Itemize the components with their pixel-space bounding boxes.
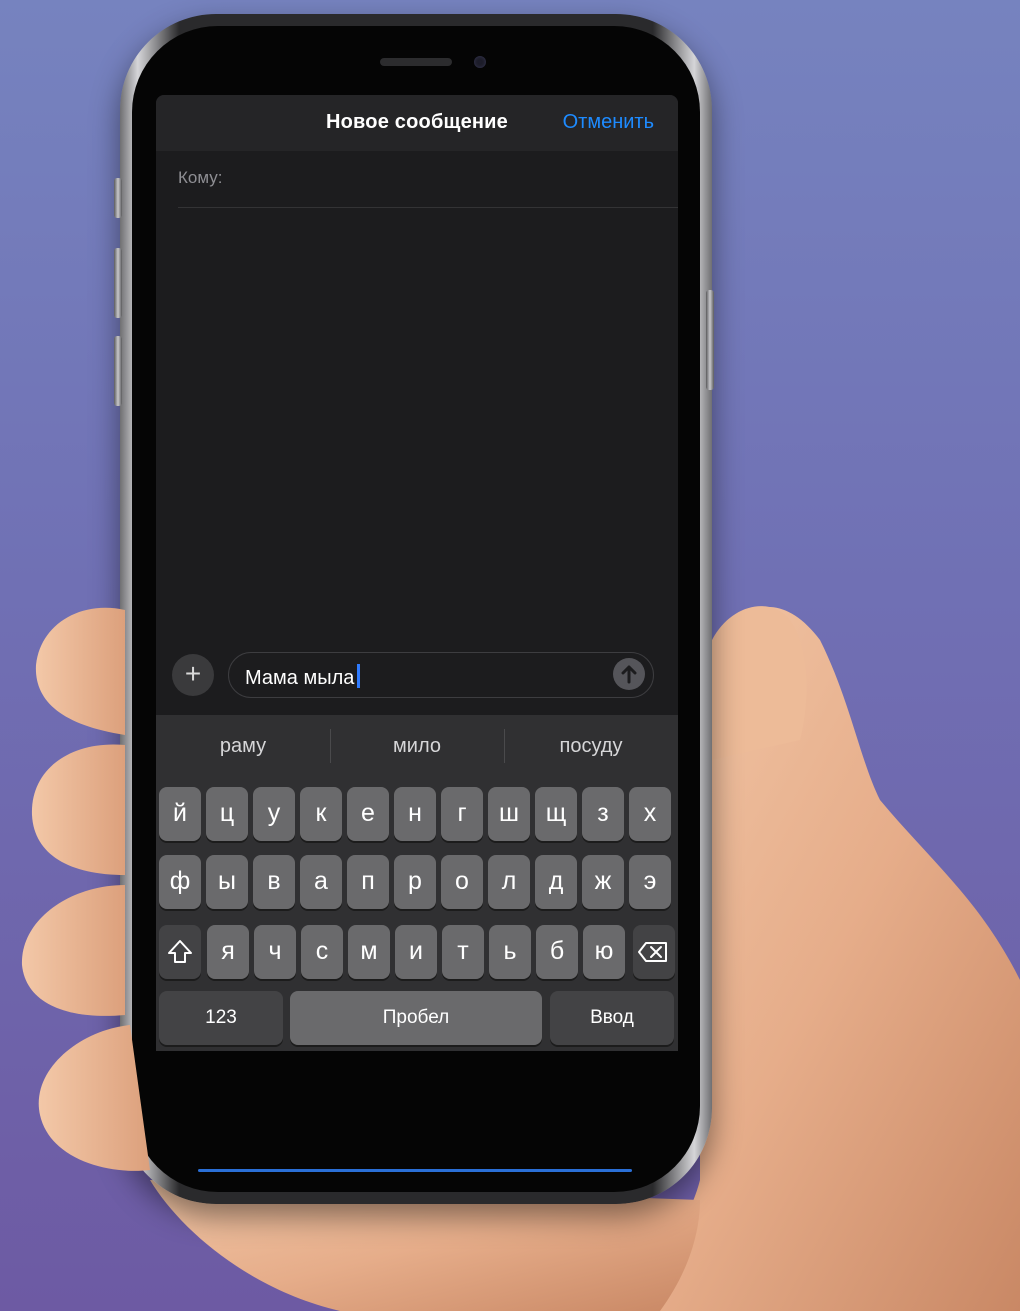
key-щ[interactable]: щ (535, 787, 577, 841)
screen: Новое сообщение Отменить Кому: + Мама мы… (156, 95, 678, 1051)
backspace-icon (638, 942, 667, 962)
recipient-field[interactable]: Кому: (178, 151, 678, 208)
key-э[interactable]: э (629, 855, 671, 909)
key-г[interactable]: г (441, 787, 483, 841)
key-у[interactable]: у (253, 787, 295, 841)
return-key[interactable]: Ввод (550, 991, 674, 1045)
key-л[interactable]: л (488, 855, 530, 909)
key-к[interactable]: к (300, 787, 342, 841)
key-д[interactable]: д (535, 855, 577, 909)
arrow-up-icon (621, 665, 637, 684)
compose-bar: + Мама мыла (156, 643, 678, 713)
send-button[interactable] (613, 658, 645, 690)
key-о[interactable]: о (441, 855, 483, 909)
shift-key[interactable] (159, 925, 201, 979)
key-т[interactable]: т (442, 925, 484, 979)
message-text: Мама мыла (245, 664, 361, 690)
suggestion-item[interactable]: мило (330, 735, 504, 758)
key-ф[interactable]: ф (159, 855, 201, 909)
key-б[interactable]: б (536, 925, 578, 979)
suggestion-item[interactable]: раму (156, 735, 330, 758)
delete-key[interactable] (633, 925, 675, 979)
suggestion-bar: раму мило посуду (156, 715, 678, 777)
key-п[interactable]: п (347, 855, 389, 909)
key-ж[interactable]: ж (582, 855, 624, 909)
suggestion-item[interactable]: посуду (504, 735, 678, 758)
key-я[interactable]: я (207, 925, 249, 979)
key-и[interactable]: и (395, 925, 437, 979)
plus-icon[interactable]: + (172, 654, 214, 696)
home-indicator (198, 1169, 632, 1172)
key-а[interactable]: а (300, 855, 342, 909)
shift-icon (168, 940, 192, 963)
volume-button (114, 178, 122, 218)
numbers-key[interactable]: 123 (159, 991, 283, 1045)
key-ы[interactable]: ы (206, 855, 248, 909)
key-н[interactable]: н (394, 787, 436, 841)
recipient-label: Кому: (178, 168, 223, 187)
key-ч[interactable]: ч (254, 925, 296, 979)
key-ь[interactable]: ь (489, 925, 531, 979)
key-р[interactable]: р (394, 855, 436, 909)
key-ю[interactable]: ю (583, 925, 625, 979)
volume-down-button (114, 336, 122, 406)
earpiece-speaker (380, 58, 452, 66)
keyboard: раму мило посуду йцукенгшщзх фывапролджэ… (156, 715, 678, 1051)
key-з[interactable]: з (582, 787, 624, 841)
space-key[interactable]: Пробел (290, 991, 542, 1045)
key-в[interactable]: в (253, 855, 295, 909)
cancel-button[interactable]: Отменить (563, 111, 654, 134)
key-ш[interactable]: ш (488, 787, 530, 841)
key-м[interactable]: м (348, 925, 390, 979)
camera-icon (474, 56, 486, 68)
text-cursor (357, 664, 361, 688)
key-ц[interactable]: ц (206, 787, 248, 841)
navigation-bar: Новое сообщение Отменить (156, 95, 678, 151)
power-button (706, 290, 714, 390)
message-input[interactable]: Мама мыла (228, 652, 654, 698)
key-с[interactable]: с (301, 925, 343, 979)
volume-up-button (114, 248, 122, 318)
key-е[interactable]: е (347, 787, 389, 841)
key-х[interactable]: х (629, 787, 671, 841)
key-й[interactable]: й (159, 787, 201, 841)
